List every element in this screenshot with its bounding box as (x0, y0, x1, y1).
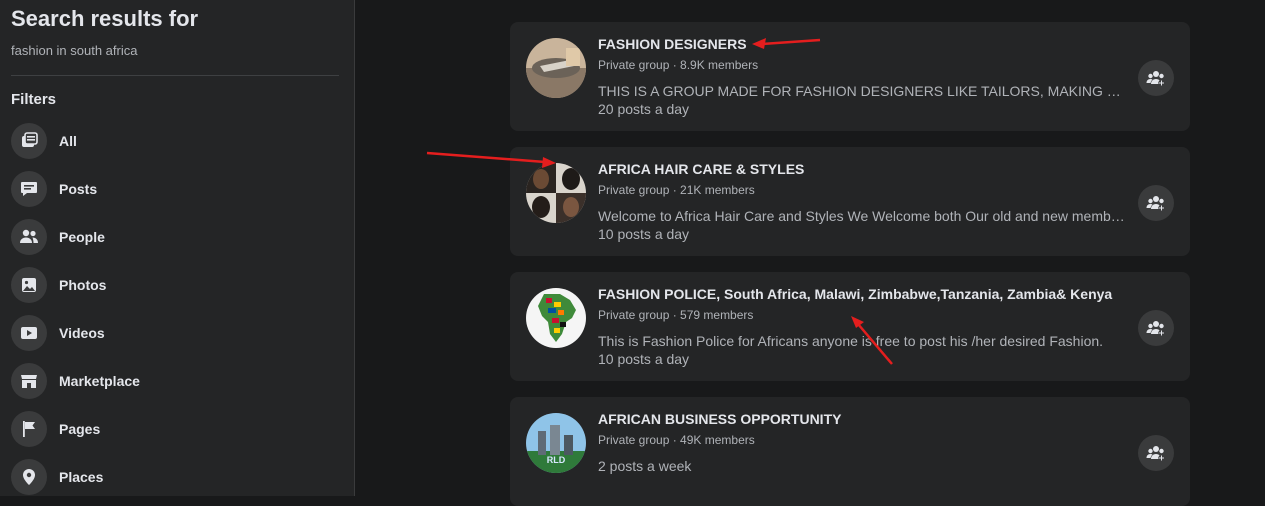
group-meta: Private group · 8.9K members (598, 58, 759, 72)
divider (11, 75, 339, 76)
group-result-card[interactable]: RLD AFRICAN BUSINESS OPPORTUNITY Private… (510, 397, 1190, 506)
filter-marketplace[interactable]: Marketplace (11, 363, 341, 399)
group-meta: Private group · 49K members (598, 433, 755, 447)
filter-label: People (59, 229, 105, 245)
group-result-card[interactable]: AFRICA HAIR CARE & STYLES Private group … (510, 147, 1190, 256)
join-group-button[interactable] (1138, 435, 1174, 471)
group-name[interactable]: AFRICAN BUSINESS OPPORTUNITY (598, 411, 841, 427)
group-post-frequency: 2 posts a week (598, 458, 692, 474)
group-result-card[interactable]: FASHION DESIGNERS Private group · 8.9K m… (510, 22, 1190, 131)
join-group-button[interactable] (1138, 310, 1174, 346)
join-group-icon (1146, 196, 1165, 212)
join-group-icon (1146, 71, 1165, 87)
svg-text:RLD: RLD (547, 455, 566, 465)
videos-icon (11, 315, 47, 351)
filter-label: Posts (59, 181, 98, 197)
group-meta: Private group · 21K members (598, 183, 755, 197)
search-filters-sidebar: Search results for fashion in south afri… (0, 0, 355, 496)
group-name[interactable]: FASHION POLICE, South Africa, Malawi, Zi… (598, 286, 1112, 302)
filter-label: All (59, 133, 77, 149)
filter-videos[interactable]: Videos (11, 315, 341, 351)
group-post-frequency: 10 posts a day (598, 351, 690, 367)
filter-label: Marketplace (59, 373, 140, 389)
people-icon (11, 219, 47, 255)
group-post-frequency: 10 posts a day (598, 226, 690, 242)
filters-heading: Filters (11, 91, 57, 108)
search-results-title: Search results for (11, 6, 199, 31)
filter-people[interactable]: People (11, 219, 341, 255)
join-group-icon (1146, 446, 1165, 462)
group-description: THIS IS A GROUP MADE FOR FASHION DESIGNE… (598, 83, 1128, 99)
filter-photos[interactable]: Photos (11, 267, 341, 303)
group-description: Welcome to Africa Hair Care and Styles W… (598, 208, 1128, 224)
filter-pages[interactable]: Pages (11, 411, 341, 447)
join-group-button[interactable] (1138, 60, 1174, 96)
filter-places[interactable]: Places (11, 459, 341, 495)
filter-label: Videos (59, 325, 105, 341)
group-post-frequency: 20 posts a day (598, 101, 690, 117)
group-result-card[interactable]: FASHION POLICE, South Africa, Malawi, Zi… (510, 272, 1190, 381)
search-query: fashion in south africa (11, 43, 138, 58)
join-group-button[interactable] (1138, 185, 1174, 221)
group-name[interactable]: FASHION DESIGNERS (598, 36, 747, 52)
photos-icon (11, 267, 47, 303)
filter-posts[interactable]: Posts (11, 171, 341, 207)
group-name[interactable]: AFRICA HAIR CARE & STYLES (598, 161, 804, 177)
group-avatar[interactable] (526, 288, 586, 348)
group-avatar[interactable]: RLD (526, 413, 586, 473)
posts-icon (11, 171, 47, 207)
group-meta: Private group · 579 members (598, 308, 754, 322)
all-icon (11, 123, 47, 159)
filter-label: Pages (59, 421, 101, 437)
group-avatar[interactable] (526, 38, 586, 98)
filter-label: Photos (59, 277, 107, 293)
pages-icon (11, 411, 47, 447)
filter-all[interactable]: All (11, 123, 341, 159)
filter-label: Places (59, 469, 104, 485)
places-icon (11, 459, 47, 495)
group-avatar[interactable] (526, 163, 586, 223)
join-group-icon (1146, 321, 1165, 337)
marketplace-icon (11, 363, 47, 399)
group-description: This is Fashion Police for Africans anyo… (598, 333, 1104, 349)
